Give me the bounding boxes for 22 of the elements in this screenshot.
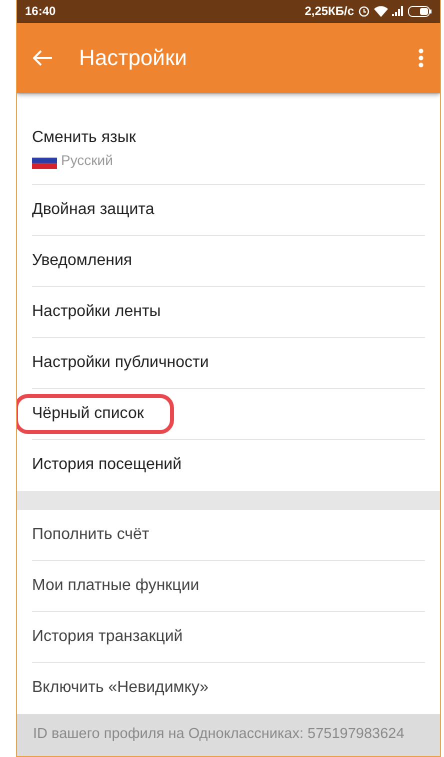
signal-icon <box>392 6 404 16</box>
settings-item[interactable]: Пополнить счёт <box>32 522 150 547</box>
more-options-icon[interactable] <box>418 48 424 68</box>
settings-item[interactable]: Чёрный список <box>17 394 174 434</box>
settings-item[interactable]: Двойная защита <box>32 198 154 222</box>
settings-item[interactable]: Настройки публичности <box>32 350 209 375</box>
settings-item[interactable]: Сменить язык <box>32 126 136 150</box>
back-arrow-icon[interactable] <box>33 50 53 66</box>
status-time: 16:40 <box>25 3 56 20</box>
alarm-icon <box>358 5 370 18</box>
battery-icon <box>408 6 432 17</box>
settings-item[interactable]: История транзакций <box>32 624 183 649</box>
network-speed: 2,25КБ/с <box>304 3 354 20</box>
screen-title: Настройки <box>79 44 187 72</box>
settings-item[interactable]: История посещений <box>32 453 182 478</box>
wifi-icon <box>374 6 388 17</box>
settings-item[interactable]: Включить «Невидимку» <box>32 676 209 700</box>
settings-item[interactable]: Мои платные функции <box>32 574 200 598</box>
language-value: Русский <box>61 151 113 170</box>
profile-id-text: ID вашего профиля на Одноклассниках: 575197983624 <box>17 714 440 756</box>
settings-item[interactable]: Настройки ленты <box>32 300 161 324</box>
settings-item[interactable]: Уведомления <box>32 248 132 273</box>
